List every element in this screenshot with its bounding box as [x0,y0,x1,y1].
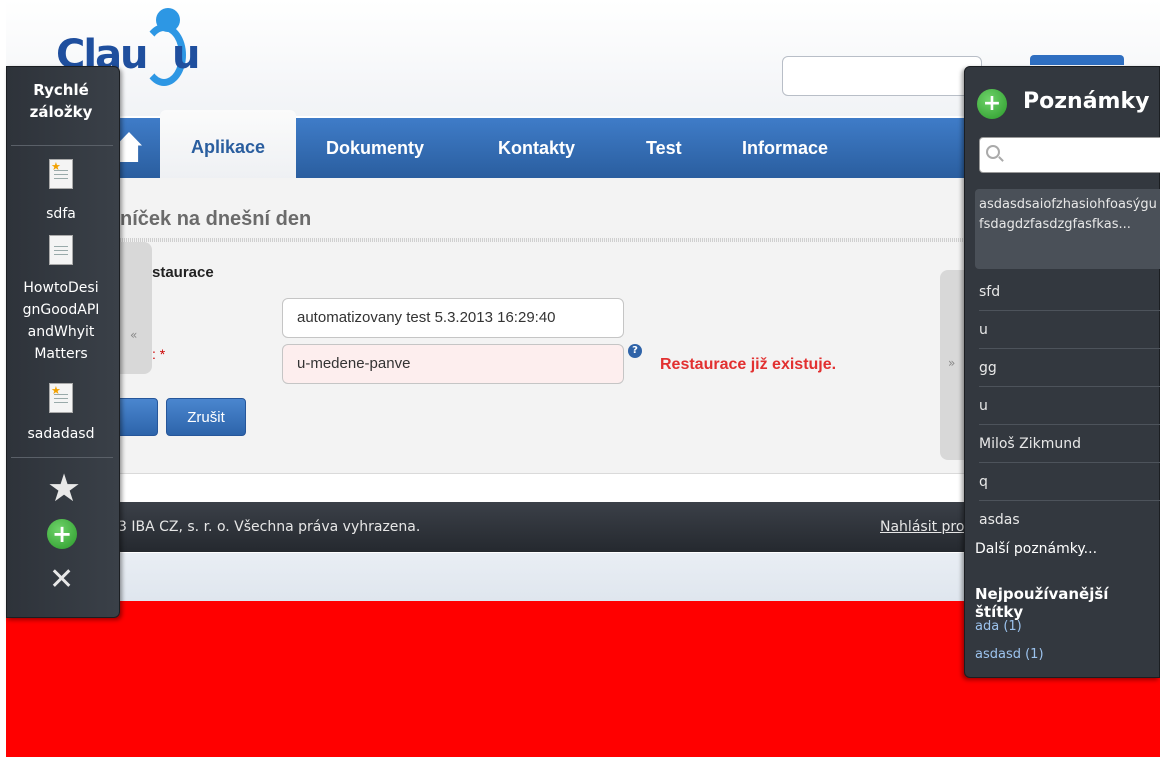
note-item[interactable]: u [979,387,1160,425]
notes-search-input[interactable] [979,137,1160,173]
bookmark-sdfa[interactable]: sdfa [7,203,115,225]
page: Clau u Aplikace Dokumenty Kontakty Test … [0,0,1160,757]
report-link[interactable]: Nahlásit pro [880,519,964,535]
quick-bookmarks-title-line2: záložky [29,103,93,121]
notes-title: Poznámky [1023,89,1150,114]
note-item[interactable]: u [979,311,1160,349]
tab-kontakty[interactable]: Kontakty [498,118,575,178]
more-notes-link[interactable]: Další poznámky... [975,541,1097,557]
tags-heading: Nejpoužívanější štítky [975,585,1109,621]
notes-panel: + Poznámky asdasdsaiofzhasiohfoasýgufsda… [964,66,1160,678]
tools-icon[interactable]: ✕ [49,565,74,595]
tab-aplikace[interactable]: Aplikace [160,110,296,180]
note-item[interactable]: sfd [979,273,1160,311]
collapse-left-handle[interactable]: « [120,242,152,374]
header-search-input[interactable] [782,56,982,96]
collapse-right-icon: » [948,356,956,370]
starred-document-icon[interactable]: ★ [49,383,73,413]
quick-bookmarks-title-line1: Rychlé [33,81,89,99]
required-mark: * [159,346,166,362]
header-search-button[interactable] [1030,55,1124,65]
note-item[interactable]: gg [979,349,1160,387]
star-badge-icon: ★ [51,160,61,173]
document-icon[interactable] [49,235,73,265]
note-item[interactable]: q [979,463,1160,501]
bookmark-label-line: HowtoDesi [23,280,99,296]
tag-link[interactable]: ada (1) [975,619,1022,634]
divider [11,145,113,146]
tab-dokumenty[interactable]: Dokumenty [326,118,424,178]
required-label: : * [152,346,165,362]
footer-copyright: 3 IBA CZ, s. r. o. Všechna práva vyhraze… [118,519,421,535]
label-suffix: : [152,346,156,362]
name-field[interactable]: automatizovany test 5.3.2013 16:29:40 [282,298,624,338]
note-item-selected[interactable]: asdasdsaiofzhasiohfoasýgufsdagdzfasdzgfa… [975,189,1160,269]
add-icon[interactable]: + [47,519,77,549]
save-button[interactable] [116,398,158,436]
bookmark-label-line: gnGoodAPI [22,302,100,318]
bookmark-howtodesign[interactable]: HowtoDesi gnGoodAPI andWhyit Matters [7,277,115,365]
star-badge-icon: ★ [51,384,61,397]
url-field[interactable]: u-medene-panve [282,344,624,384]
error-message: Restaurace již existuje. [660,356,837,373]
logo-text-u: u [172,32,201,78]
tab-test[interactable]: Test [646,118,682,178]
collapse-left-icon: « [130,328,138,342]
note-item[interactable]: asdas [979,501,1160,539]
help-icon[interactable]: ? [628,344,642,358]
page-title: níček na dnešní den [120,208,312,230]
tab-informace[interactable]: Informace [742,118,828,178]
note-item[interactable]: Miloš Zikmund [979,425,1160,463]
section-heading: staurace [152,264,214,281]
search-icon [986,145,1000,159]
star-icon[interactable]: ★ [47,469,81,507]
add-note-icon[interactable]: + [977,89,1007,119]
quick-bookmarks-panel: Rychlé záložky ★ sdfa HowtoDesi gnGoodAP… [6,66,120,618]
bookmark-sadadasd[interactable]: sadadasd [7,423,115,445]
cancel-button[interactable]: Zrušit [166,398,246,436]
title-divider [120,238,966,242]
starred-document-icon[interactable]: ★ [49,159,73,189]
logo-dot [156,8,180,32]
bookmark-label-line: andWhyit [27,324,95,340]
quick-bookmarks-title: Rychlé záložky [7,79,115,123]
tag-link[interactable]: asdasd (1) [975,647,1044,662]
divider [11,457,113,458]
bookmark-label-line: Matters [34,346,88,362]
